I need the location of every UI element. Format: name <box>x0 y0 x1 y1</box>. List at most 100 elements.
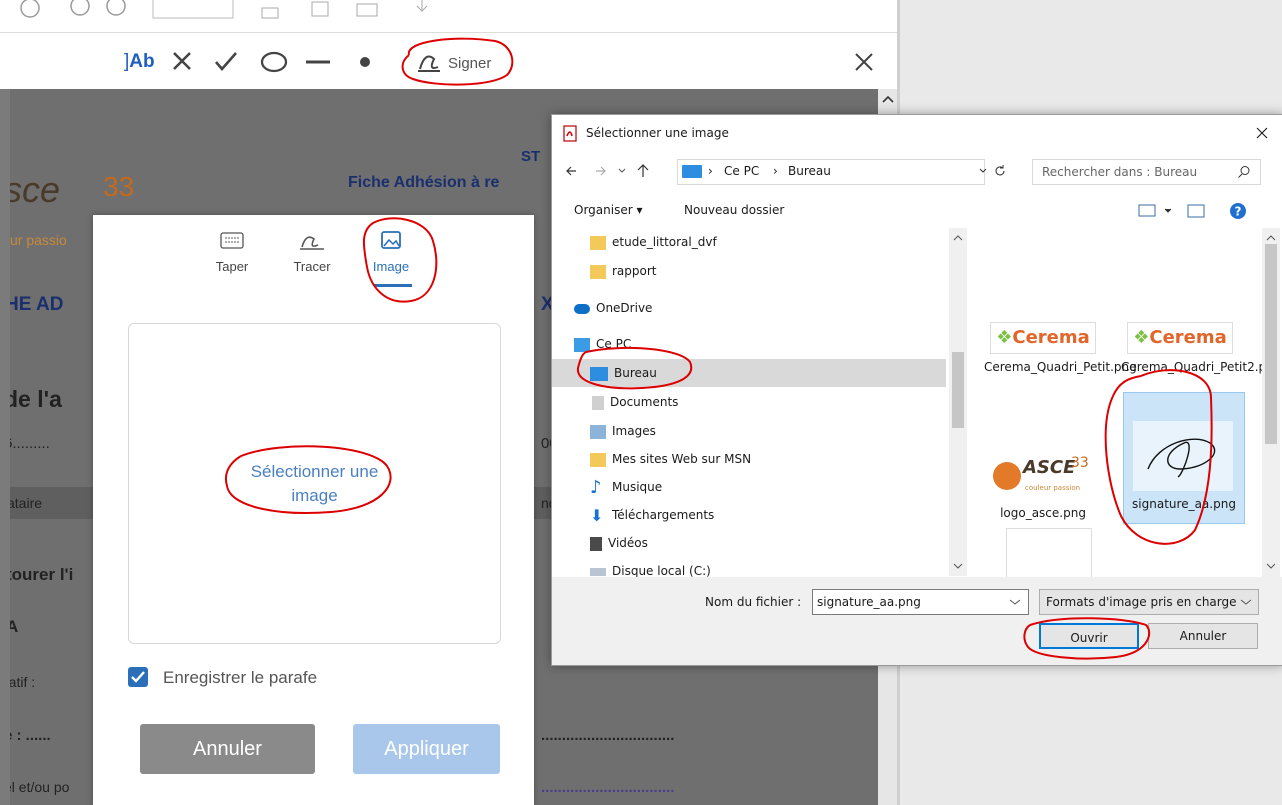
scroll-up-icon[interactable] <box>953 234 963 242</box>
nav-item-etude[interactable]: etude_littoral_dvf <box>590 228 717 256</box>
nav-item-msn[interactable]: Mes sites Web sur MSN <box>590 445 751 473</box>
chevron-down-icon[interactable] <box>1164 208 1172 213</box>
nav-item-rapport[interactable]: rapport <box>590 257 657 285</box>
doc-text: ratif : <box>10 674 36 690</box>
circle-icon[interactable] <box>70 0 90 16</box>
up-arrow-icon[interactable] <box>637 164 649 177</box>
address-bar[interactable]: › Ce PC › Bureau <box>677 159 985 185</box>
video-icon <box>590 536 602 551</box>
cross-mark-icon[interactable] <box>173 52 191 70</box>
close-icon[interactable] <box>852 50 876 74</box>
reader-top-toolbar <box>0 0 897 33</box>
add-text-button[interactable]: ]Ab <box>124 48 155 76</box>
logo-circle <box>993 462 1021 490</box>
fit-width-icon[interactable] <box>261 7 279 19</box>
doc-text: ST <box>521 148 541 165</box>
organize-button[interactable]: Organiser ▾ <box>574 203 642 217</box>
back-arrow-icon[interactable] <box>566 166 576 176</box>
new-folder-button[interactable]: Nouveau dossier <box>684 203 784 217</box>
refresh-icon[interactable] <box>995 165 1005 176</box>
close-icon[interactable] <box>1254 125 1270 141</box>
view-mode-icon[interactable] <box>1138 204 1156 217</box>
logo-subtitle: couleur passion <box>1025 484 1081 492</box>
nav-item-onedrive[interactable]: OneDrive <box>574 294 652 322</box>
chevron-down-icon[interactable] <box>979 168 987 173</box>
pen-icon <box>300 236 324 250</box>
navigation-pane: etude_littoral_dvf rapport OneDrive Ce P… <box>552 228 967 577</box>
checkbox-checked[interactable] <box>127 666 151 690</box>
dialog-cancel-button[interactable]: Annuler <box>1148 623 1258 649</box>
logo-text: sce <box>10 169 61 210</box>
keyboard-icon <box>220 232 244 249</box>
red-annotation-circle <box>362 217 438 303</box>
nav-item-downloads[interactable]: ⬇ Téléchargements <box>590 501 714 529</box>
preview-pane-icon[interactable] <box>1187 204 1205 218</box>
check-mark-icon[interactable] <box>215 52 237 71</box>
tab-type[interactable]: Taper <box>202 229 262 274</box>
nav-item-music[interactable]: ♪ Musique <box>590 473 662 501</box>
nav-item-videos[interactable]: Vidéos <box>590 529 648 557</box>
apply-button[interactable]: Appliquer <box>353 724 500 774</box>
scrollbar-thumb[interactable] <box>1265 244 1277 444</box>
view-icon[interactable] <box>356 3 378 17</box>
svg-text:?: ? <box>1235 205 1242 219</box>
download-icon[interactable] <box>416 0 428 12</box>
file-list: ❖Cerema Cerema_Quadri_Petit.png ❖Cerema … <box>971 228 1262 577</box>
scroll-up-icon[interactable] <box>1266 234 1276 242</box>
logo-subtitle: ur passio <box>10 232 67 248</box>
doc-dotted-line: ................................ <box>541 727 675 744</box>
doc-text: de l'a <box>10 386 62 412</box>
red-annotation-circle <box>401 37 514 86</box>
file-list-scrollbar[interactable] <box>1262 228 1280 577</box>
scroll-down-icon[interactable] <box>953 562 963 570</box>
scrollbar-thumb[interactable] <box>952 352 964 428</box>
doc-text: tourer l'i <box>10 565 74 584</box>
nav-item-local-disk[interactable]: Disque local (C:) <box>590 557 711 577</box>
breadcrumb-sep: › <box>708 164 713 178</box>
doc-dotted-line: ................................ <box>541 779 675 796</box>
navigation-scrollbar[interactable] <box>949 228 967 576</box>
breadcrumb-item[interactable]: Ce PC <box>724 164 759 178</box>
folder-icon <box>590 452 606 467</box>
folder-icon <box>590 235 606 250</box>
search-icon <box>1238 166 1250 178</box>
chevron-down-icon <box>1240 599 1252 605</box>
scroll-up-icon[interactable] <box>878 89 897 109</box>
doc-text: el et/ou po <box>10 779 70 795</box>
history-chevron-icon[interactable] <box>618 168 626 173</box>
image-drop-area[interactable]: Sélectionner une image <box>128 323 501 644</box>
filename-field[interactable]: signature_aa.png <box>812 589 1029 615</box>
file-item[interactable]: ASCE 33 couleur passion logo_asce.png <box>984 456 1102 521</box>
file-item[interactable]: ❖Cerema Cerema_Quadri_Petit.png <box>984 322 1137 375</box>
forward-arrow-icon[interactable] <box>596 166 606 176</box>
images-icon <box>590 424 606 439</box>
scroll-down-icon[interactable] <box>1266 562 1276 570</box>
file-type-select[interactable]: Formats d'image pris en charge <box>1039 589 1259 615</box>
doc-text: ataire <box>10 495 43 511</box>
circle-icon[interactable] <box>106 0 126 16</box>
cancel-button[interactable]: Annuler <box>140 724 315 774</box>
doc-text: 6......... <box>10 435 50 452</box>
nav-item-documents[interactable]: Documents <box>592 388 678 416</box>
page-input[interactable] <box>152 0 234 19</box>
toolbar-icons <box>20 0 428 19</box>
file-thumbnail: ❖Cerema <box>1127 322 1233 354</box>
tab-draw[interactable]: Tracer <box>282 229 342 274</box>
dialog-title: Sélectionner une image <box>586 126 729 140</box>
search-input[interactable]: Rechercher dans : Bureau <box>1042 165 1197 179</box>
circle-icon[interactable] <box>20 0 40 18</box>
doc-text: HE AD <box>10 294 64 315</box>
chevron-down-icon[interactable] <box>1009 598 1021 606</box>
fit-page-icon[interactable] <box>311 1 329 17</box>
pdf-app-icon <box>563 125 577 142</box>
nav-item-images[interactable]: Images <box>590 417 656 445</box>
filename-input[interactable]: signature_aa.png <box>817 595 921 609</box>
red-annotation-circle <box>225 445 392 514</box>
circle-tool-icon[interactable] <box>260 51 288 73</box>
search-box[interactable]: Rechercher dans : Bureau <box>1032 159 1261 185</box>
breadcrumb-item[interactable]: Bureau <box>788 164 831 178</box>
download-icon: ⬇ <box>590 505 604 525</box>
dot-tool-icon[interactable] <box>360 57 370 67</box>
logo-number: 33 <box>1071 455 1089 471</box>
address-controls <box>979 165 1005 176</box>
